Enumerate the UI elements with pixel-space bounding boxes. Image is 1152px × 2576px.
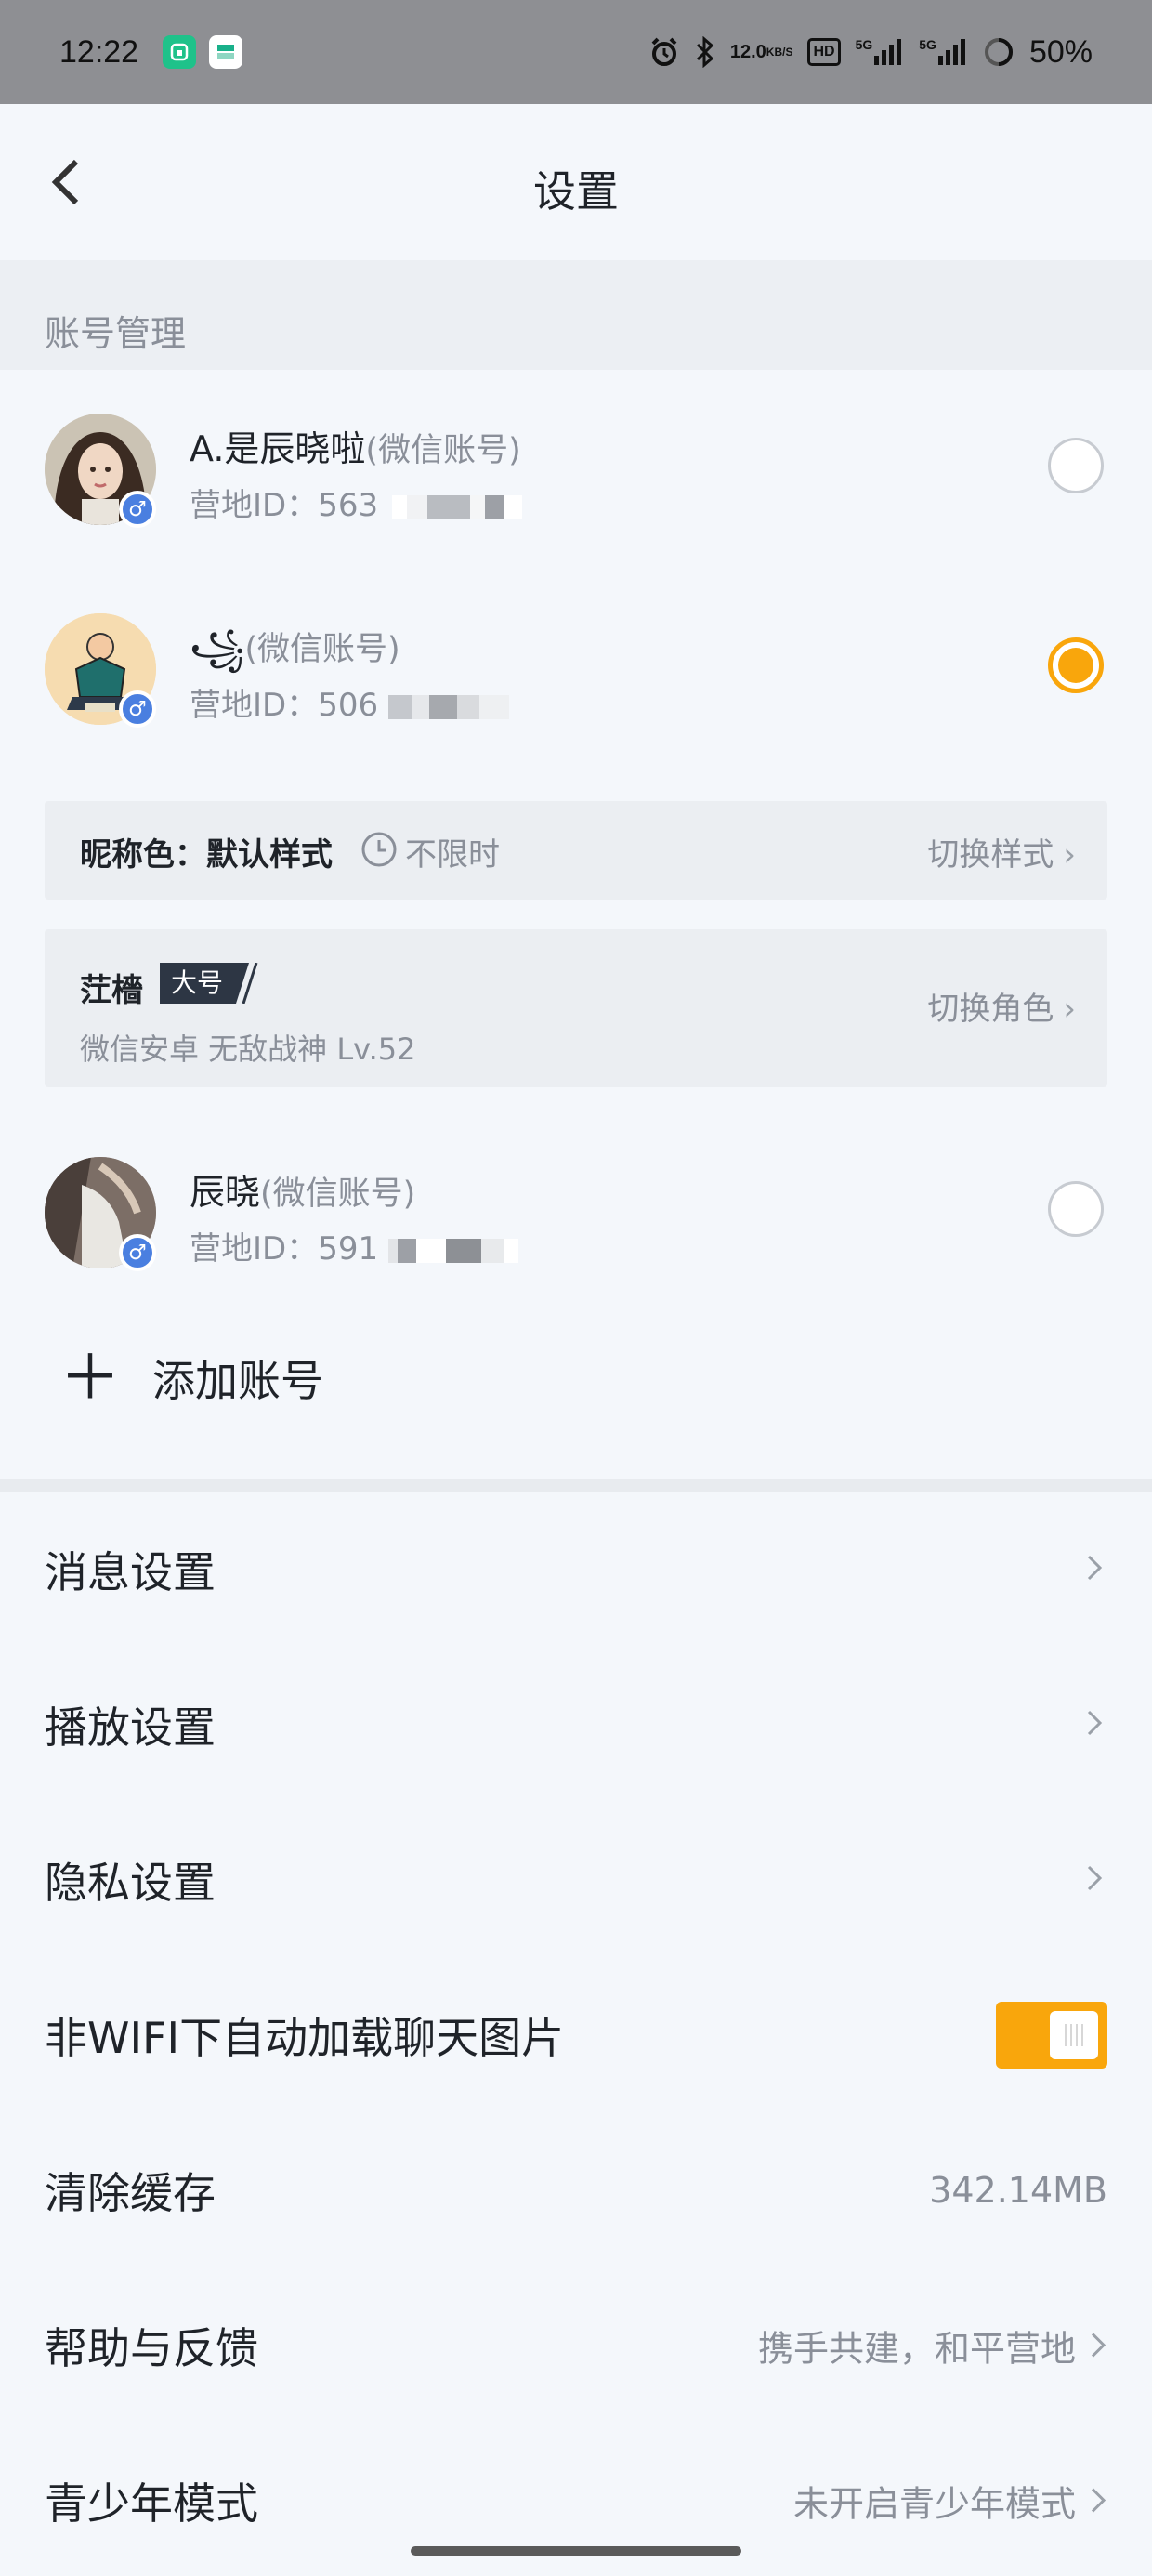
section-divider [0,1479,1152,1492]
status-icons: 12.0 KB/S HD 5G 5G 50% [648,34,1093,71]
account-select-radio[interactable] [1048,1181,1104,1237]
row-label: 消息设置 [45,1546,216,1597]
battery-icon [983,36,1015,68]
row-value-text: 携手共建，和平营地 [757,2328,1076,2369]
nick-color-line: 昵称色：默认样式 [80,829,333,874]
chevron-right-icon: › [1063,991,1076,1028]
home-indicator[interactable] [411,2546,741,2556]
status-time: 12:22 [59,33,139,70]
male-badge-icon: ♂ [119,690,156,728]
account-id-line: 营地ID：506 [190,679,509,725]
account-id-label: 营地ID： [190,687,319,724]
nick-color-duration: 不限时 [405,836,500,874]
chevron-right-icon [1091,2488,1106,2513]
cache-size: 342.14MB [929,2169,1107,2211]
account-list: ♂ A.是辰晓啦(微信账号) 营地ID：563 ♂ ꧁(微信账号) 营地ID：5… [0,370,1152,1479]
account-name: 辰晓 [190,1172,261,1213]
network-speed: 12.0 KB/S [730,43,793,61]
plus-icon: ＋ [59,1342,121,1413]
account-select-radio[interactable] [1048,438,1104,493]
account-item[interactable]: ♂ A.是辰晓啦(微信账号) 营地ID：563 [0,370,1152,556]
row-label: 清除缓存 [45,2167,216,2218]
auto-load-images-row: 非WIFI下自动加载聊天图片 [0,1957,1152,2112]
signal-icon-2: 5G [919,37,968,67]
chevron-right-icon [1085,1863,1104,1897]
section-label: 账号管理 [45,313,187,354]
account-id-line: 营地ID：591 [190,1223,518,1268]
account-id-value: 563 [318,487,379,524]
role-tag: 大号 [160,963,235,1004]
chevron-right-icon [1085,1553,1104,1586]
account-name-line: 辰晓(微信账号) [190,1163,415,1215]
signal-icon-1: 5G [856,37,905,67]
switch-style-label: 切换样式 [927,836,1054,874]
account-id-label: 营地ID： [190,487,319,524]
male-badge-icon: ♂ [119,491,156,528]
privacy-settings-row[interactable]: 隐私设置 [0,1802,1152,1957]
row-value-text: 未开启青少年模式 [792,2483,1076,2524]
switch-role-label: 切换角色 [927,991,1054,1028]
add-account-button[interactable]: ＋ 添加账号 [59,1347,323,1409]
playback-settings-row[interactable]: 播放设置 [0,1647,1152,1802]
row-label: 非WIFI下自动加载聊天图片 [45,2012,565,2063]
nick-color-value: 默认样式 [206,836,333,874]
notification-app-icon [209,35,243,69]
role-name: 茳檣 [80,972,143,1009]
hd-icon: HD [807,38,841,66]
bluetooth-icon [695,36,715,68]
net-speed-value: 12.0 [729,42,766,62]
account-id-value: 591 [318,1230,379,1268]
row-value: 携手共建，和平营地 [758,2320,1107,2371]
page-title: 设置 [533,166,619,217]
header: 设置 [0,104,1152,260]
id-mosaic [387,1238,518,1263]
id-mosaic [387,694,509,719]
account-type-tag: (微信账号) [244,631,400,668]
account-item[interactable]: ♂ 辰晓(微信账号) 营地ID：591 [0,1113,1152,1299]
account-type-tag: (微信账号) [365,432,521,469]
account-name: A.是辰晓啦 [190,428,366,469]
row-label: 青少年模式 [45,2477,258,2529]
account-select-radio[interactable] [1048,637,1104,693]
auto-load-toggle[interactable] [996,2001,1107,2069]
row-label: 播放设置 [45,1702,216,1753]
account-type-tag: (微信账号) [260,1176,416,1213]
battery-percent: 50% [1028,33,1093,70]
account-name: ꧁ [190,627,245,668]
mi-home-app-icon [163,35,197,69]
account-item-selected[interactable]: ♂ ꧁(微信账号) 营地ID：506 [0,570,1152,756]
account-id-label: 营地ID： [190,1230,319,1268]
clear-cache-row[interactable]: 清除缓存 342.14MB [0,2112,1152,2267]
add-account-label: 添加账号 [152,1356,323,1406]
role-meta: 微信安卓 无敌战神 Lv.52 [80,1032,416,1067]
row-label: 帮助与反馈 [45,2322,258,2373]
switch-role-link[interactable]: 切换角色 › [927,983,1076,1029]
switch-style-link[interactable]: 切换样式 › [927,829,1076,874]
account-id-value: 506 [318,687,379,724]
role-card[interactable]: 茳檣 大号 微信安卓 无敌战神 Lv.52 切换角色 › [45,929,1107,1087]
toggle-knob [1050,2010,1098,2059]
message-settings-row[interactable]: 消息设置 [0,1492,1152,1647]
account-id-line: 营地ID：563 [190,480,522,525]
row-value: 未开启青少年模式 [793,2475,1107,2526]
row-label: 隐私设置 [45,1857,216,1908]
alarm-icon [648,36,680,68]
nick-color-card[interactable]: 昵称色：默认样式 不限时 切换样式 › [45,801,1107,900]
clock-icon [360,831,398,872]
role-tag-slash-icon [232,962,260,1007]
id-mosaic [391,494,522,519]
chevron-right-icon: › [1063,836,1076,874]
nick-color-label: 昵称色： [80,836,206,874]
chevron-right-icon [1091,2333,1106,2358]
help-feedback-row[interactable]: 帮助与反馈 携手共建，和平营地 [0,2267,1152,2423]
male-badge-icon: ♂ [119,1234,156,1271]
chevron-right-icon [1085,1708,1104,1741]
status-bar: 12:22 12.0 KB/S HD 5G 5G 50% [0,0,1152,104]
account-name-line: A.是辰晓啦(微信账号) [190,420,521,471]
net-speed-unit: KB/S [766,45,793,59]
account-section-header: 账号管理 [0,260,1152,370]
